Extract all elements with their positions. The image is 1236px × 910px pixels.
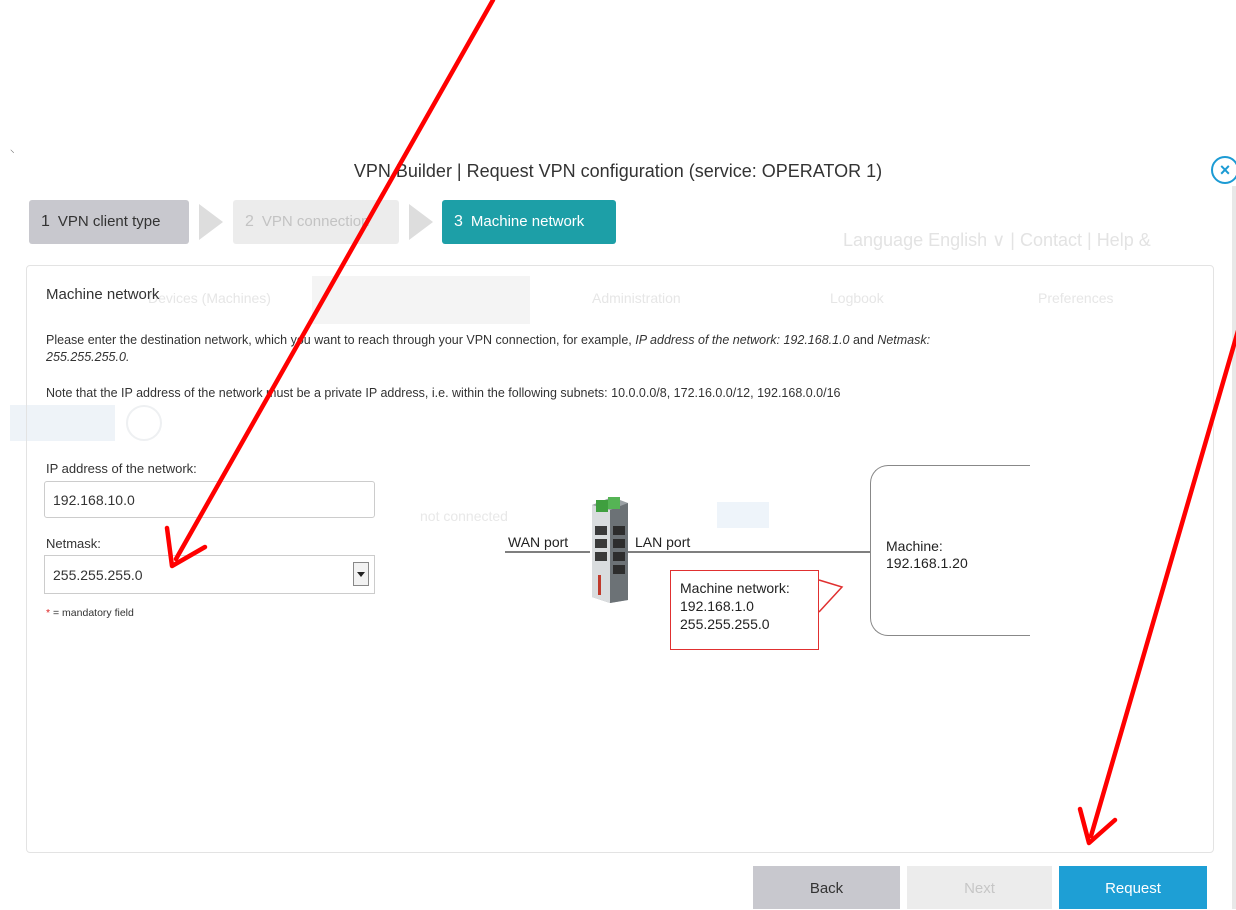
- machine-network-callout: Machine network: 192.168.1.0 255.255.255…: [670, 570, 819, 650]
- chevron-right-icon: [409, 204, 433, 240]
- close-icon[interactable]: ×: [1211, 156, 1236, 184]
- step-vpn-client-type[interactable]: 1 VPN client type: [29, 200, 189, 244]
- private-ip-note: Note that the IP address of the network …: [46, 386, 841, 400]
- mandatory-text: = mandatory field: [50, 607, 134, 619]
- netmask-selected-value: 255.255.255.0: [53, 567, 143, 583]
- step-label: Machine network: [470, 213, 585, 230]
- modal-title: VPN Builder | Request VPN configuration …: [353, 161, 883, 181]
- mandatory-field-note: * = mandatory field: [46, 607, 134, 619]
- close-button[interactable]: ×: [1211, 156, 1236, 186]
- corner-mark: ⸌: [10, 148, 15, 158]
- step-machine-network[interactable]: 3 Machine network: [442, 200, 616, 244]
- back-button[interactable]: Back: [753, 866, 900, 909]
- instruction-part: and: [849, 333, 878, 347]
- request-button[interactable]: Request: [1059, 866, 1207, 909]
- step-vpn-connection[interactable]: 2 VPN connection: [233, 200, 399, 244]
- ip-address-label: IP address of the network:: [46, 461, 197, 476]
- netmask-select[interactable]: 255.255.255.0: [44, 555, 375, 594]
- machine-ip: 192.168.1.20: [886, 555, 968, 571]
- next-button[interactable]: Next: [907, 866, 1052, 909]
- step-number: 2: [245, 213, 254, 230]
- chevron-right-icon: [199, 204, 223, 240]
- scrollbar[interactable]: [1232, 186, 1236, 909]
- section-title: Machine network: [46, 286, 160, 303]
- step-label: VPN connection: [261, 213, 370, 230]
- netmask-label: Netmask:: [46, 536, 101, 551]
- step-label: VPN client type: [57, 213, 161, 230]
- ip-address-label-text: IP address of the network:: [46, 461, 197, 476]
- instruction-part: Please enter the destination network, wh…: [46, 333, 636, 347]
- lan-port-label: LAN port: [635, 534, 691, 550]
- step-number: 3: [454, 213, 463, 230]
- callout-ip: 192.168.1.0: [680, 598, 754, 614]
- callout-mask: 255.255.255.0: [680, 616, 770, 632]
- callout-title: Machine network:: [680, 580, 790, 596]
- machine-label: Machine:: [886, 538, 943, 554]
- ip-address-input[interactable]: [44, 481, 375, 518]
- chevron-down-icon[interactable]: [353, 562, 369, 586]
- wan-port-label: WAN port: [508, 534, 569, 550]
- background-top-nav: Language English ∨ | Contact | Help &: [843, 230, 1151, 250]
- step-number: 1: [41, 213, 50, 230]
- instruction-text: Please enter the destination network, wh…: [46, 332, 946, 366]
- instruction-example-ip: IP address of the network: 192.168.1.0: [635, 333, 850, 347]
